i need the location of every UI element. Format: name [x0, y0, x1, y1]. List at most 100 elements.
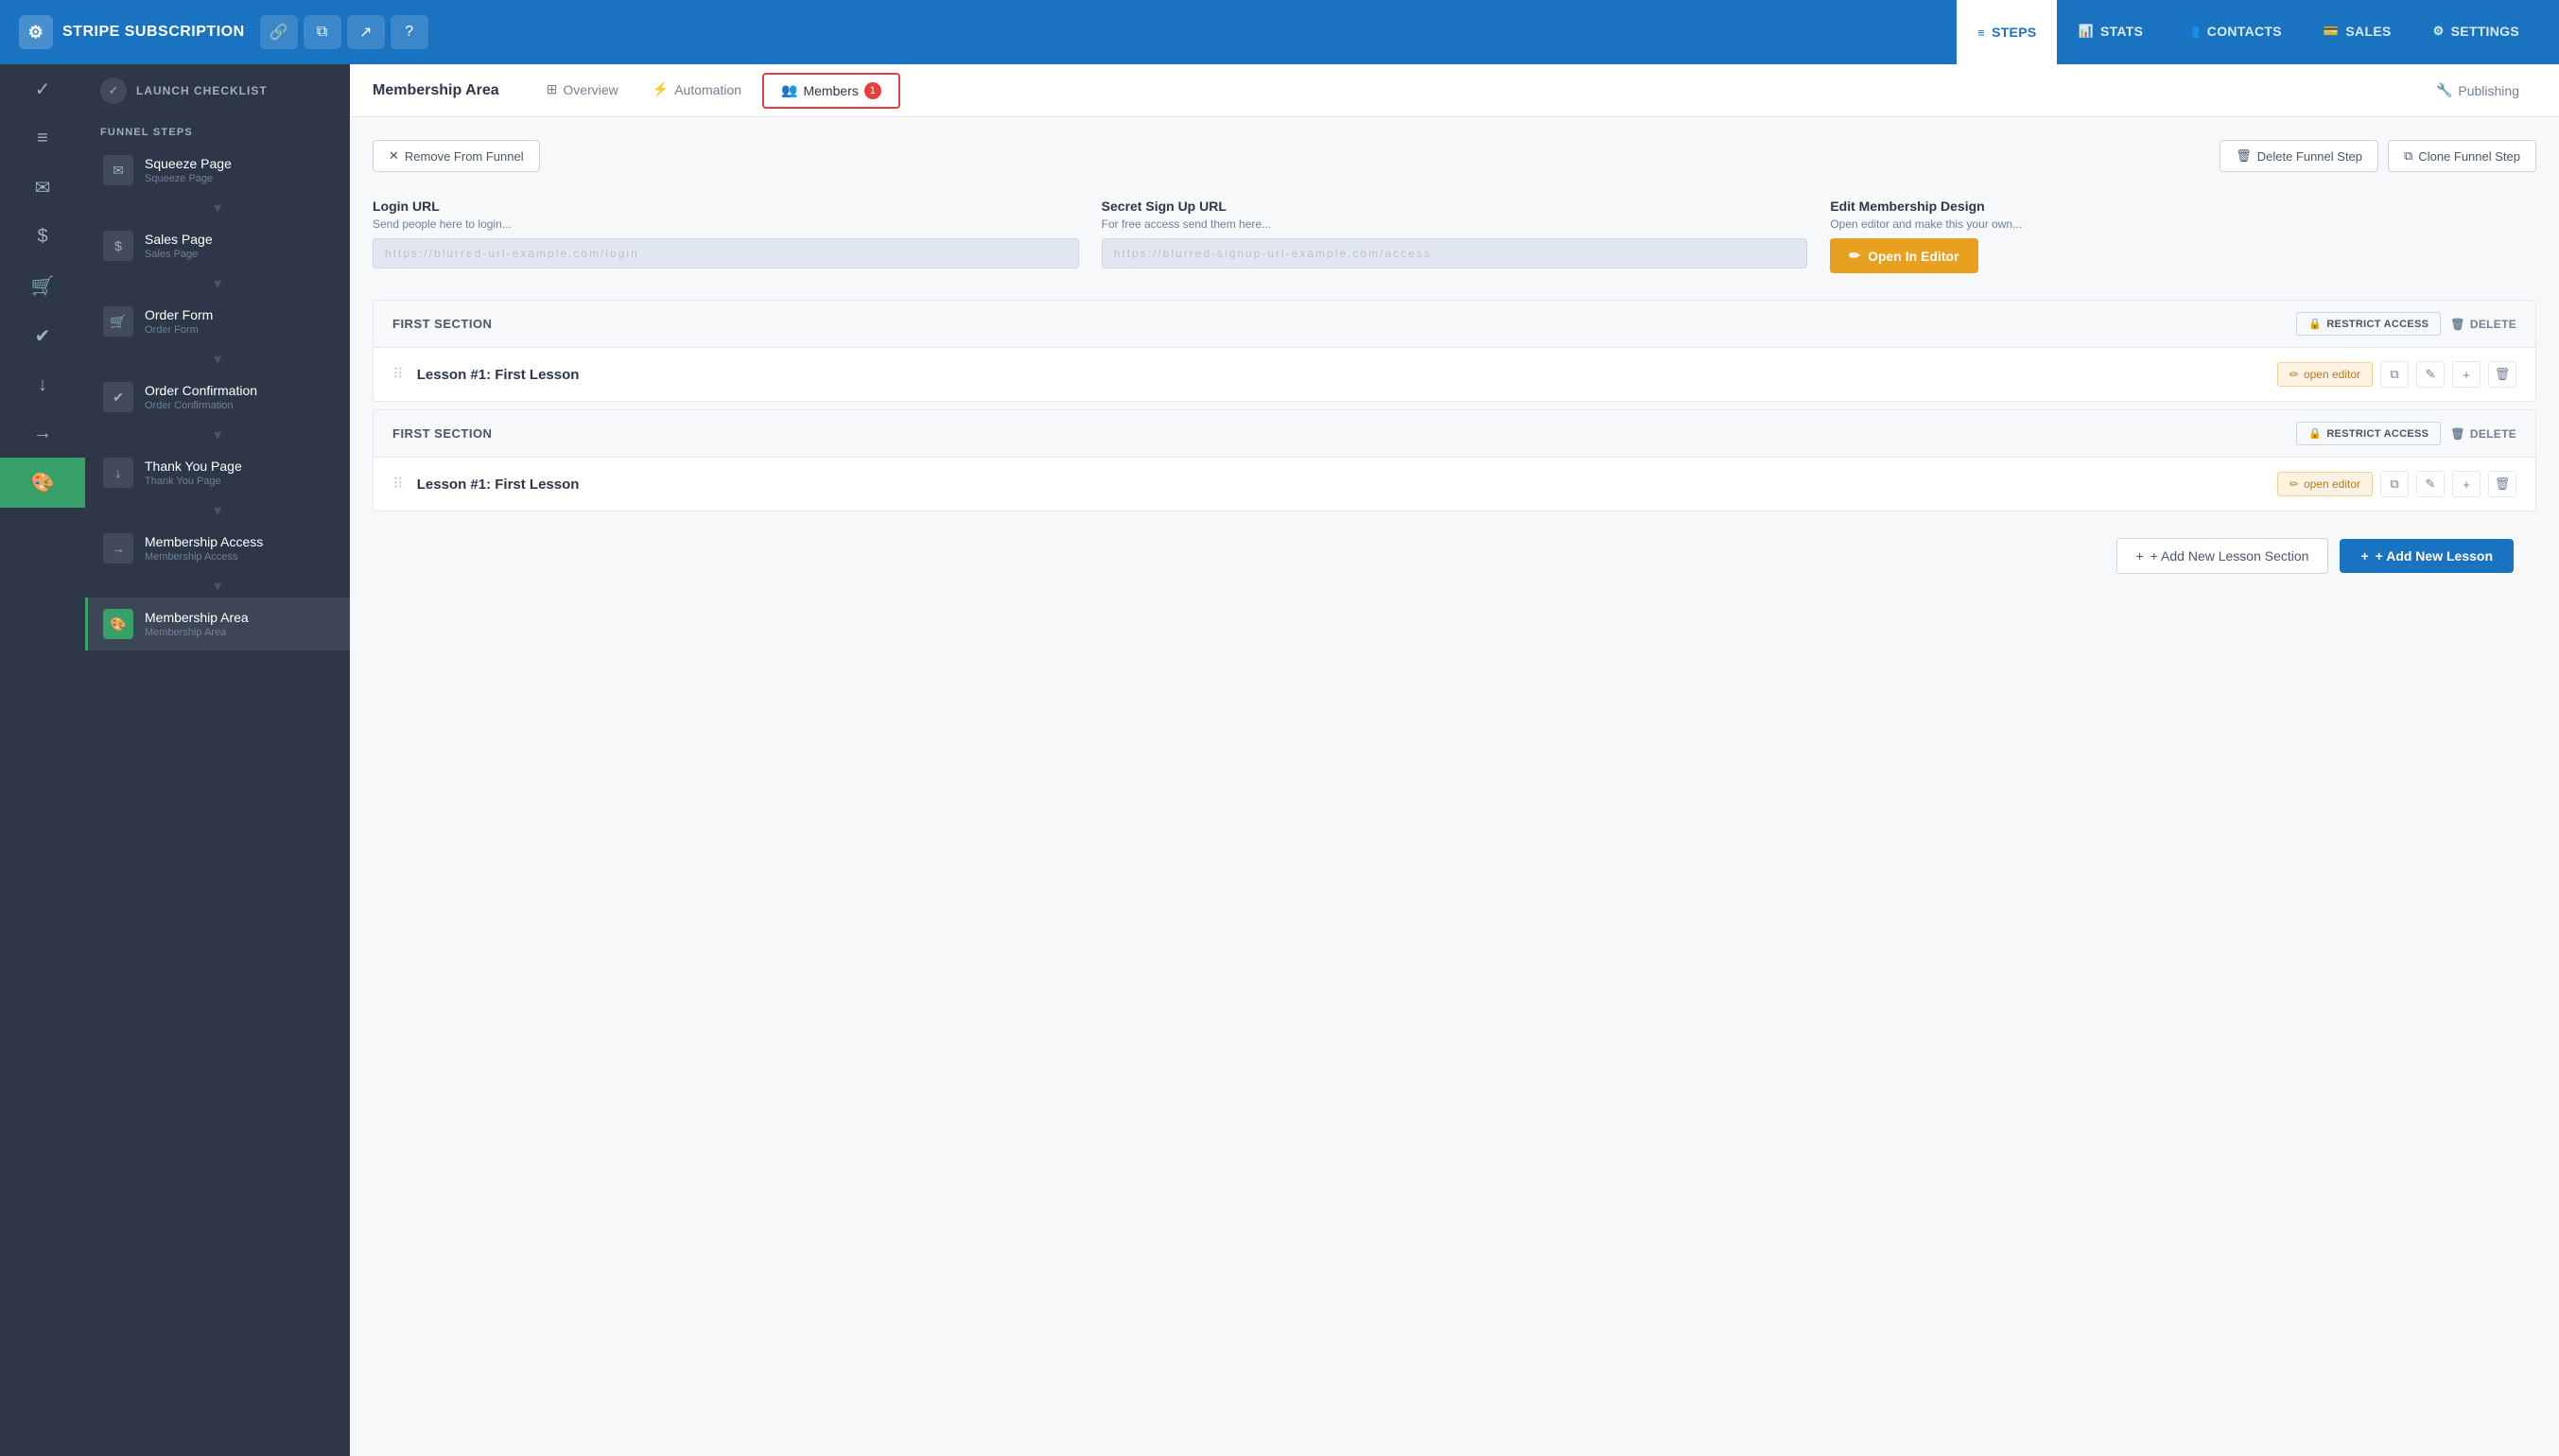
publishing-icon: 🔧	[2436, 82, 2452, 98]
lesson-1-add-button[interactable]: +	[2452, 361, 2481, 388]
membership-access-step-icon: →	[103, 533, 133, 563]
login-url-desc: Send people here to login...	[373, 217, 1079, 231]
sidebar-item-checkmark[interactable]: ✔	[0, 311, 85, 361]
add-new-lesson-section-button[interactable]: + + Add New Lesson Section	[2116, 538, 2329, 574]
sidebar-item-download[interactable]: ↓	[0, 361, 85, 409]
lesson-2-copy-button[interactable]: ⧉	[2380, 471, 2409, 497]
funnel-step-order-form[interactable]: 🛒 Order Form Order Form	[85, 295, 350, 348]
lesson-1-open-editor-button[interactable]: ✏ open editor	[2277, 362, 2373, 387]
edit-lesson-2-icon: ✎	[2426, 477, 2436, 492]
drag-handle-2[interactable]: ⠿	[392, 475, 404, 494]
section-2-title: FIRST SECTION	[392, 426, 492, 441]
lesson-section-2: FIRST SECTION 🔒 RESTRICT ACCESS 🗑 DELETE	[373, 409, 2536, 511]
side-panel: ✓ LAUNCH CHECKLIST FUNNEL STEPS ✉ Squeez…	[85, 64, 350, 1456]
thank-you-step-type: Thank You Page	[145, 476, 335, 487]
secret-signup-url-label: Secret Sign Up URL	[1102, 199, 1808, 214]
add-new-lesson-label: + Add New Lesson	[2376, 548, 2493, 563]
section-2-header: FIRST SECTION 🔒 RESTRICT ACCESS 🗑 DELETE	[374, 410, 2535, 458]
lesson-1-delete-button[interactable]: 🗑	[2488, 361, 2516, 388]
secret-signup-url-input[interactable]	[1102, 238, 1808, 269]
funnel-steps-label: FUNNEL STEPS	[85, 117, 350, 144]
section-2-actions: 🔒 RESTRICT ACCESS 🗑 DELETE	[2296, 422, 2516, 445]
add-lesson-icon: +	[2360, 548, 2368, 563]
secret-signup-url-desc: For free access send them here...	[1102, 217, 1808, 231]
sidebar-item-checklist[interactable]: ✓	[0, 64, 85, 114]
remove-from-funnel-button[interactable]: ✕ Remove From Funnel	[373, 140, 540, 172]
step-divider-5: ▾	[85, 499, 350, 522]
sidebar-item-email[interactable]: ✉	[0, 163, 85, 213]
membership-area-step-name: Membership Area	[145, 610, 335, 625]
lesson-1-name: Lesson #1: First Lesson	[417, 367, 2264, 383]
brand-name: STRIPE SUBSCRIPTION	[62, 24, 245, 41]
cart-icon: 🛒	[31, 274, 55, 298]
editor-icon: ✏	[1849, 248, 1860, 264]
sidebar-item-login[interactable]: →	[0, 409, 85, 458]
restrict-access-button-1[interactable]: 🔒 RESTRICT ACCESS	[2296, 312, 2441, 336]
link-tool-button[interactable]: 🔗	[260, 15, 298, 49]
tab-stats-label: STATS	[2100, 24, 2143, 39]
tab-sales[interactable]: 💳 SALES	[2303, 0, 2412, 64]
funnel-step-squeeze[interactable]: ✉ Squeeze Page Squeeze Page	[85, 144, 350, 197]
funnel-step-order-confirmation[interactable]: ✔ Order Confirmation Order Confirmation	[85, 371, 350, 424]
lesson-2-add-button[interactable]: +	[2452, 471, 2481, 497]
sidebar-item-palette[interactable]: 🎨	[0, 458, 85, 508]
tab-steps-label: STEPS	[1992, 25, 2036, 40]
sub-tab-members[interactable]: 👥 Members 1	[762, 73, 900, 109]
login-url-input[interactable]	[373, 238, 1079, 269]
palette-icon: 🎨	[31, 471, 55, 494]
url-section: Login URL Send people here to login... S…	[373, 199, 2536, 273]
sidebar-item-funnel-steps[interactable]: ≡	[0, 114, 85, 163]
external-link-tool-button[interactable]: ↗	[347, 15, 385, 49]
secret-signup-url-field: Secret Sign Up URL For free access send …	[1102, 199, 1808, 273]
lesson-2-open-editor-button[interactable]: ✏ open editor	[2277, 472, 2373, 496]
lock-icon-2: 🔒	[2308, 427, 2322, 440]
delete-section-button-1[interactable]: 🗑 DELETE	[2450, 318, 2516, 331]
settings-icon: ⚙	[2433, 24, 2445, 39]
lesson-2-delete-button[interactable]: 🗑	[2488, 471, 2516, 497]
sales-step-name: Sales Page	[145, 232, 335, 247]
open-in-editor-label: Open In Editor	[1868, 249, 1958, 264]
remove-from-funnel-label: Remove From Funnel	[405, 149, 524, 164]
funnel-step-thank-you[interactable]: ↓ Thank You Page Thank You Page	[85, 446, 350, 499]
help-tool-button[interactable]: ?	[391, 15, 428, 49]
lesson-1-edit-button[interactable]: ✎	[2416, 361, 2445, 388]
tab-settings[interactable]: ⚙ SETTINGS	[2412, 0, 2540, 64]
membership-access-step-type: Membership Access	[145, 551, 335, 563]
sub-tab-publishing[interactable]: 🔧 Publishing	[2419, 64, 2536, 117]
sales-step-type: Sales Page	[145, 249, 335, 260]
nav-tabs: ≡ STEPS 📊 STATS 👥 CONTACTS 💳 SALES ⚙ SET…	[1957, 0, 2540, 64]
lesson-1-actions: ✏ open editor ⧉ ✎ + 🗑	[2277, 361, 2516, 388]
drag-handle-1[interactable]: ⠿	[392, 365, 404, 384]
delete-funnel-step-button[interactable]: 🗑 Delete Funnel Step	[2220, 140, 2378, 172]
sub-tab-automation[interactable]: ⚡ Automation	[635, 64, 758, 117]
funnel-step-sales[interactable]: $ Sales Page Sales Page	[85, 219, 350, 272]
tab-steps[interactable]: ≡ STEPS	[1957, 0, 2057, 64]
delete-section-button-2[interactable]: 🗑 DELETE	[2450, 427, 2516, 441]
tab-stats[interactable]: 📊 STATS	[2057, 0, 2164, 64]
launch-checklist-icon: ✓	[100, 78, 127, 104]
order-form-step-type: Order Form	[145, 324, 335, 336]
sub-tab-overview-label: Overview	[563, 82, 618, 97]
lesson-2-edit-button[interactable]: ✎	[2416, 471, 2445, 497]
sub-tab-overview[interactable]: ⊞ Overview	[530, 64, 635, 117]
launch-checklist-item[interactable]: ✓ LAUNCH CHECKLIST	[85, 64, 350, 117]
lesson-2-actions: ✏ open editor ⧉ ✎ + 🗑	[2277, 471, 2516, 497]
order-confirmation-step-name: Order Confirmation	[145, 383, 335, 398]
lesson-1-editor-icon: ✏	[2289, 368, 2299, 381]
top-navigation: ⚙ STRIPE SUBSCRIPTION 🔗 ⧉ ↗ ? ≡ STEPS 📊 …	[0, 0, 2559, 64]
funnel-step-membership-area[interactable]: 🎨 Membership Area Membership Area	[85, 598, 350, 650]
steps-icon: ≡	[1977, 26, 1985, 40]
sales-step-info: Sales Page Sales Page	[145, 232, 335, 260]
sidebar-item-dollar[interactable]: $	[0, 213, 85, 261]
lesson-1-copy-button[interactable]: ⧉	[2380, 361, 2409, 388]
add-new-lesson-button[interactable]: + + Add New Lesson	[2340, 539, 2514, 573]
copy-tool-button[interactable]: ⧉	[304, 15, 341, 49]
restrict-access-button-2[interactable]: 🔒 RESTRICT ACCESS	[2296, 422, 2441, 445]
clone-funnel-step-button[interactable]: ⧉ Clone Funnel Step	[2388, 140, 2536, 172]
login-url-field: Login URL Send people here to login...	[373, 199, 1079, 273]
funnel-step-membership-access[interactable]: → Membership Access Membership Access	[85, 522, 350, 575]
order-form-step-info: Order Form Order Form	[145, 307, 335, 336]
sidebar-item-cart[interactable]: 🛒	[0, 261, 85, 311]
tab-contacts[interactable]: 👥 CONTACTS	[2164, 0, 2303, 64]
open-in-editor-button[interactable]: ✏ Open In Editor	[1830, 238, 1977, 273]
